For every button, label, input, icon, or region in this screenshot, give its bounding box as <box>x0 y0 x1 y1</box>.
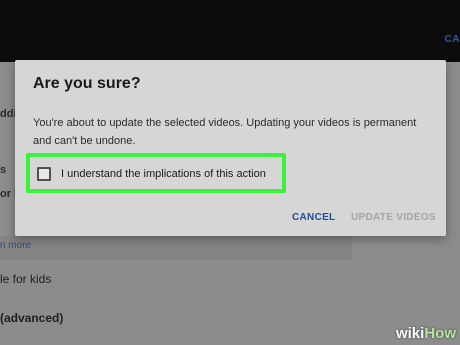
page: CA ddi s or l n more le for kids (advanc… <box>0 0 460 345</box>
wikihow-watermark-logo: wikiHow <box>396 325 456 342</box>
background-card <box>0 236 352 260</box>
learn-more-link[interactable]: n more <box>0 240 31 251</box>
acknowledge-checkbox-row[interactable]: I understand the implications of this ac… <box>37 165 266 183</box>
watermark-suffix: How <box>424 325 456 342</box>
top-bar-action-button[interactable]: CA <box>445 34 460 45</box>
watermark-prefix: wiki <box>395 325 425 342</box>
acknowledge-checkbox[interactable] <box>37 167 51 181</box>
update-videos-button[interactable]: UPDATE VIDEOS <box>351 212 436 223</box>
cancel-button[interactable]: CANCEL <box>292 212 335 223</box>
dialog-title: Are you sure? <box>33 75 141 92</box>
confirmation-dialog: Are you sure? You're about to update the… <box>15 60 446 236</box>
top-app-bar: CA <box>0 0 460 62</box>
acknowledge-checkbox-label[interactable]: I understand the implications of this ac… <box>61 168 266 180</box>
advanced-setting[interactable]: (advanced) <box>0 311 63 325</box>
made-for-kids-setting[interactable]: le for kids <box>0 272 51 286</box>
background-fragment-2: s <box>0 164 7 176</box>
dialog-message: You're about to update the selected vide… <box>33 117 417 147</box>
